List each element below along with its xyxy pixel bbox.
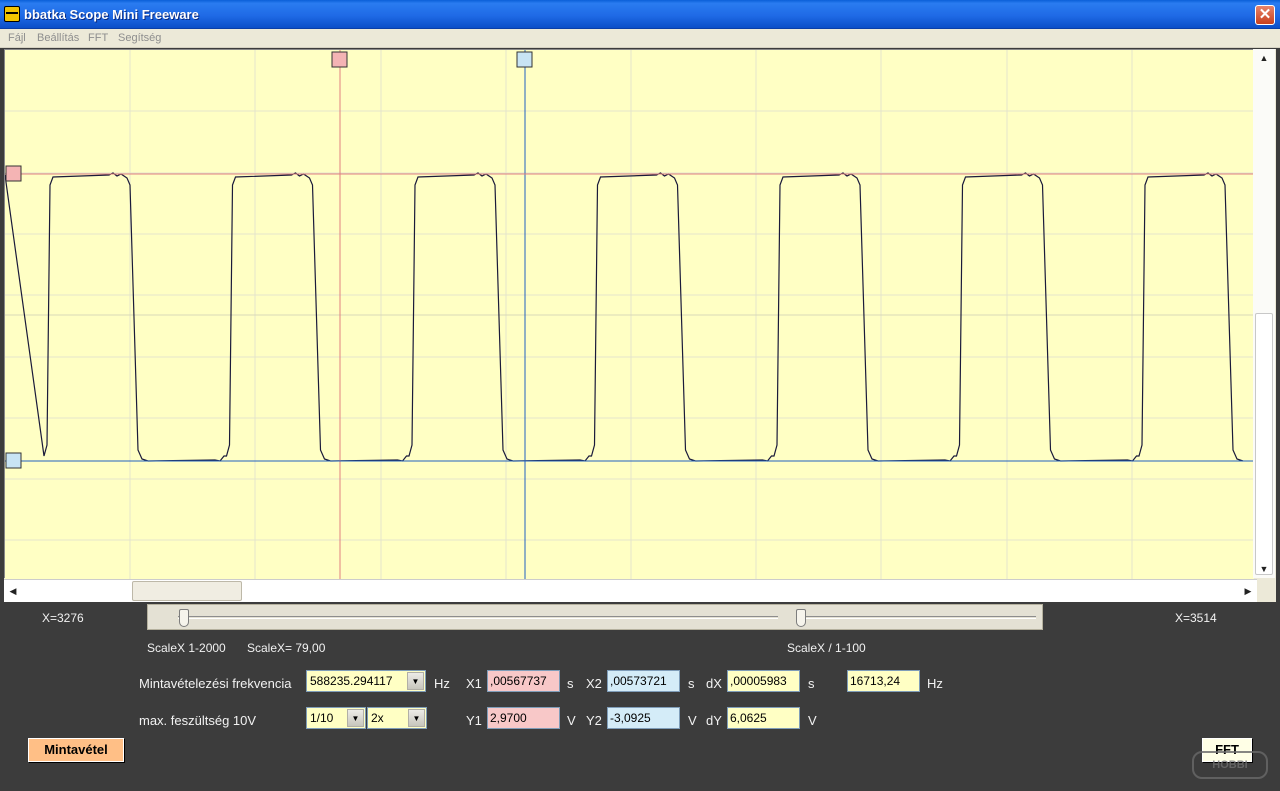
freq-result-field[interactable]: 16713,24 <box>847 670 920 692</box>
cursor-x2-handle <box>516 51 533 68</box>
scale-slider[interactable] <box>147 604 1043 630</box>
slider-track-left <box>178 616 778 619</box>
cursor-y1-handle <box>5 165 22 182</box>
scroll-right-arrow-icon[interactable]: ▶ <box>1240 583 1256 599</box>
y2-label: Y2 <box>586 713 602 728</box>
menu-file[interactable]: Fájl <box>8 32 26 44</box>
vertical-scrollbar[interactable]: ▲ ▼ <box>1253 49 1275 578</box>
y1-label: Y1 <box>466 713 482 728</box>
voltage-divider-select[interactable]: 1/10 ▼ <box>306 707 366 729</box>
x1-field[interactable]: ,00567737 <box>487 670 560 692</box>
max-voltage-label: max. feszültség 10V <box>139 713 257 728</box>
y2-unit: V <box>688 713 697 728</box>
freq-result-unit: Hz <box>927 676 943 691</box>
scale-slider-knob[interactable] <box>179 609 189 627</box>
y1-unit: V <box>567 713 576 728</box>
window-title: bbatka Scope Mini Freeware <box>24 7 199 22</box>
menu-fft[interactable]: FFT <box>88 32 108 44</box>
x2-label: X2 <box>586 676 602 691</box>
dx-field[interactable]: ,00005983 <box>727 670 800 692</box>
menu-settings[interactable]: Beállítás <box>37 32 79 44</box>
x1-unit: s <box>567 676 574 691</box>
horizontal-scroll-thumb[interactable] <box>132 581 242 601</box>
sample-freq-label: Mintavételezési frekvencia <box>139 676 292 691</box>
dy-label: dY <box>706 713 722 728</box>
chevron-down-icon[interactable]: ▼ <box>347 709 364 727</box>
sample-freq-unit: Hz <box>434 676 450 691</box>
voltage-gain-value: 2x <box>371 711 384 725</box>
app-icon <box>4 6 20 22</box>
scalex-div-label: ScaleX / 1-100 <box>787 641 866 655</box>
scroll-left-arrow-icon[interactable]: ◀ <box>5 583 21 599</box>
x2-unit: s <box>688 676 695 691</box>
y1-field[interactable]: 2,9700 <box>487 707 560 729</box>
dy-unit: V <box>808 713 817 728</box>
x2-field[interactable]: ,00573721 <box>607 670 680 692</box>
scope-svg[interactable] <box>5 50 1254 579</box>
menu-help[interactable]: Segítség <box>118 32 161 44</box>
scale-div-slider-knob[interactable] <box>796 609 806 627</box>
dy-field[interactable]: 6,0625 <box>727 707 800 729</box>
sample-button[interactable]: Mintavétel <box>28 738 124 762</box>
x1-label: X1 <box>466 676 482 691</box>
cursor-y2-handle <box>5 452 22 469</box>
cursor-x1-handle <box>331 51 348 68</box>
scroll-down-arrow-icon[interactable]: ▼ <box>1256 561 1272 577</box>
x-end-label: X=3514 <box>1175 611 1217 625</box>
voltage-gain-select[interactable]: 2x ▼ <box>367 707 427 729</box>
slider-track-right <box>804 616 1036 619</box>
chevron-down-icon[interactable]: ▼ <box>407 672 424 690</box>
menu-bar: Fájl Beállítás FFT Segítség <box>0 29 1280 48</box>
vertical-scroll-thumb[interactable] <box>1255 313 1273 575</box>
dx-unit: s <box>808 676 815 691</box>
scroll-up-arrow-icon[interactable]: ▲ <box>1256 50 1272 66</box>
scalex-range-label: ScaleX 1-2000 <box>147 641 226 655</box>
sample-freq-select[interactable]: 588235.294117 ▼ <box>306 670 426 692</box>
watermark-logo: HOBBI <box>1192 751 1268 779</box>
title-bar: bbatka Scope Mini Freeware ✕ <box>0 0 1280 29</box>
sample-freq-value: 588235.294117 <box>310 674 393 688</box>
scalex-value-label: ScaleX= 79,00 <box>247 641 326 655</box>
close-button[interactable]: ✕ <box>1255 5 1275 25</box>
dx-label: dX <box>706 676 722 691</box>
scope-plot[interactable] <box>4 49 1254 579</box>
horizontal-scrollbar[interactable]: ◀ ▶ <box>4 579 1257 602</box>
chevron-down-icon[interactable]: ▼ <box>408 709 425 727</box>
voltage-divider-value: 1/10 <box>310 711 334 725</box>
y2-field[interactable]: -3,0925 <box>607 707 680 729</box>
x-start-label: X=3276 <box>42 611 84 625</box>
